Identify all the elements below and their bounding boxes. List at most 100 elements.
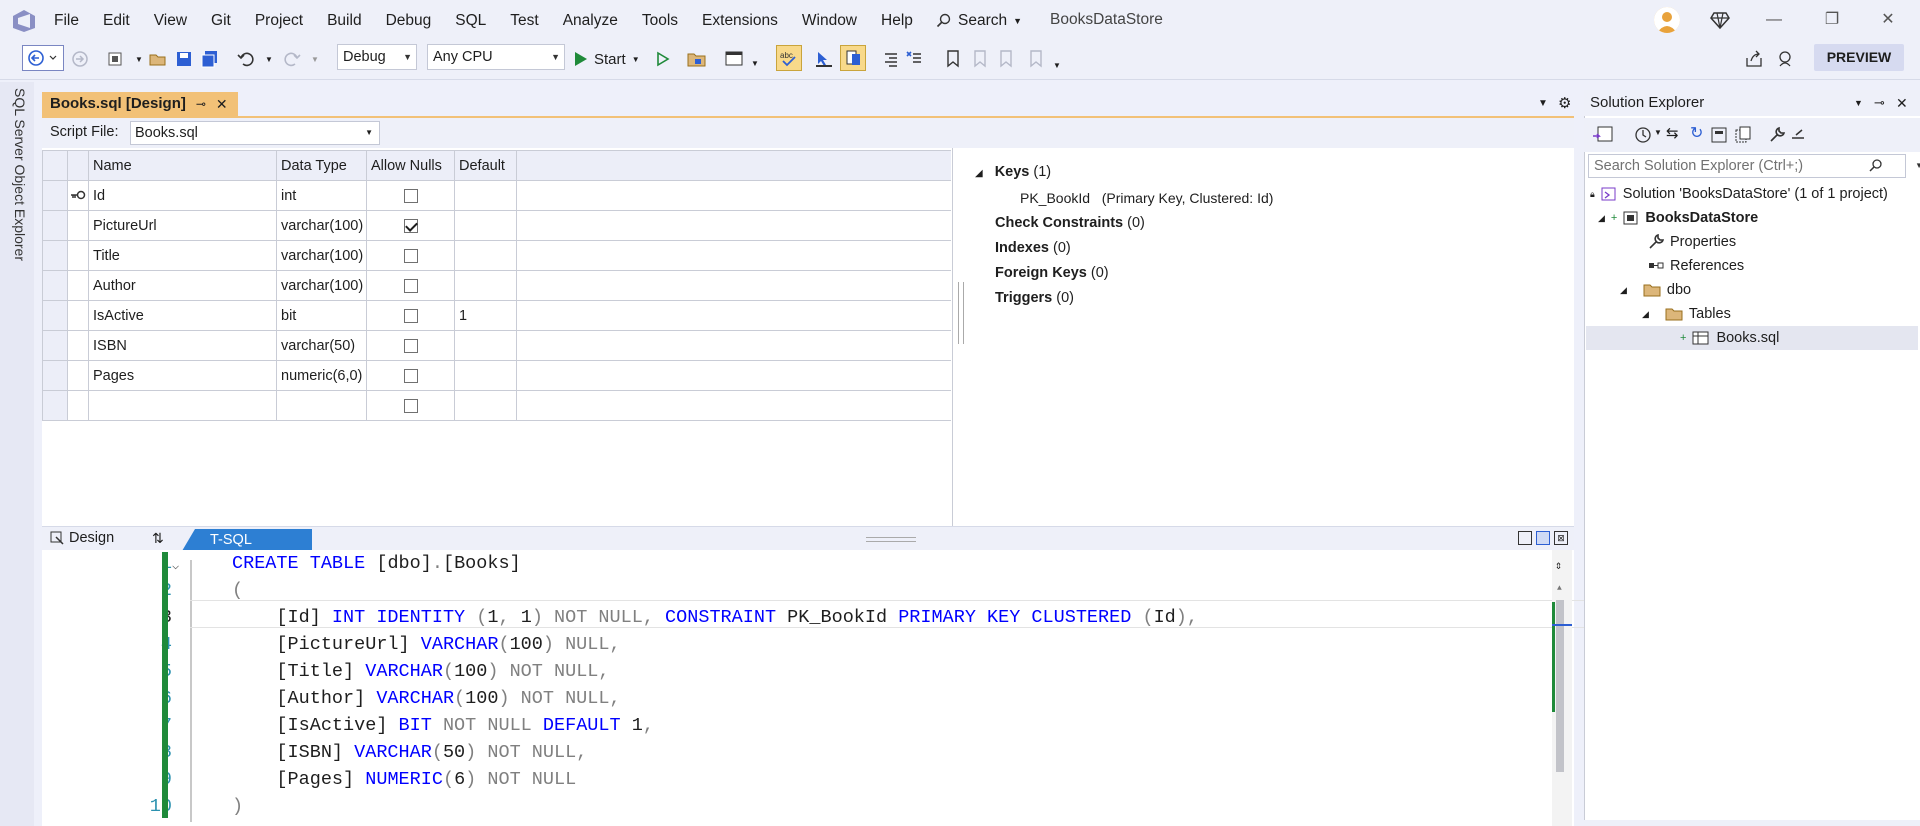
cell-name[interactable]: Id <box>88 180 277 211</box>
copilot-gem-icon[interactable] <box>1710 10 1730 30</box>
collapse-pane-icon[interactable]: ⊠ <box>1554 531 1568 545</box>
cell-default[interactable] <box>454 180 517 211</box>
menu-edit[interactable]: Edit <box>91 10 142 32</box>
menu-extensions[interactable]: Extensions <box>690 10 790 32</box>
menu-build[interactable]: Build <box>315 10 373 32</box>
menu-tools[interactable]: Tools <box>630 10 690 32</box>
menu-analyze[interactable]: Analyze <box>551 10 630 32</box>
table-row[interactable]: Pages numeric(6,0) <box>42 360 951 391</box>
solution-platform-select[interactable]: Any CPU ▼ <box>427 44 565 70</box>
cell-allownulls[interactable] <box>366 360 455 391</box>
column-header-datatype[interactable]: Data Type <box>276 150 367 181</box>
cell-datatype[interactable]: varchar(100) <box>276 210 367 241</box>
row-selector[interactable] <box>42 360 68 391</box>
allow-nulls-checkbox[interactable] <box>403 278 418 293</box>
navigate-forward-button[interactable] <box>70 48 90 70</box>
swap-panes-icon[interactable]: ⇅ <box>152 530 164 547</box>
redo-dropdown-button[interactable]: ▼ <box>310 48 320 70</box>
save-all-button[interactable] <box>200 48 220 70</box>
tree-solution[interactable]: 🔒︎ Solution 'BooksDataStore' (1 of 1 pro… <box>1590 182 1888 206</box>
collapse-triangle-icon[interactable]: ◢ <box>975 168 983 179</box>
table-row[interactable]: PictureUrl varchar(100) <box>42 210 951 241</box>
refresh-icon[interactable]: ↻ <box>1690 123 1703 143</box>
search-button[interactable]: Search ▼ <box>930 8 1028 34</box>
undo-button[interactable] <box>236 48 256 70</box>
split-editor-icon[interactable]: ⇕ <box>1555 558 1562 573</box>
tab-list-dropdown-icon[interactable]: ▼ <box>1538 98 1548 109</box>
editor-vertical-scrollbar[interactable]: ⇕ ▲ <box>1552 550 1572 826</box>
cell-allownulls[interactable] <box>366 180 455 211</box>
row-selector[interactable] <box>42 210 68 241</box>
row-selector[interactable] <box>42 330 68 361</box>
expanded-triangle-icon[interactable]: ◢ <box>1642 302 1649 326</box>
check-constraints-heading[interactable]: Check Constraints <box>995 215 1123 231</box>
cell-name[interactable]: Author <box>88 270 277 301</box>
allow-nulls-checkbox[interactable] <box>403 188 418 203</box>
allow-nulls-checkbox[interactable] <box>403 398 418 413</box>
close-window-button[interactable]: ✕ <box>1878 10 1898 30</box>
sql-server-object-explorer-tab[interactable]: SQL Server Object Explorer <box>12 88 28 261</box>
solution-configuration-select[interactable]: Debug ▼ <box>337 44 417 70</box>
cell-default[interactable] <box>454 240 517 271</box>
table-row[interactable]: IsActive bit 1 <box>42 300 951 331</box>
split-vertical-icon[interactable] <box>1518 531 1532 545</box>
cell-datatype[interactable]: bit <box>276 300 367 331</box>
gear-icon[interactable]: ⚙ <box>1558 94 1571 112</box>
close-panel-icon[interactable]: ✕ <box>1896 90 1908 116</box>
toggle-view-button[interactable] <box>840 45 866 71</box>
preview-selected-items-icon[interactable] <box>1790 126 1808 144</box>
tree-properties[interactable]: Properties <box>1648 230 1736 254</box>
column-header-default[interactable]: Default <box>454 150 517 181</box>
window-position-dropdown-icon[interactable]: ▼ <box>1854 90 1863 116</box>
row-selector[interactable] <box>42 270 68 301</box>
cell-name[interactable]: ISBN <box>88 330 277 361</box>
bookmark-button[interactable] <box>944 48 962 70</box>
layout-button[interactable] <box>724 48 746 70</box>
scroll-up-arrow-icon[interactable]: ▲ <box>1557 584 1562 593</box>
cell-name[interactable]: Pages <box>88 360 277 391</box>
menu-file[interactable]: File <box>42 10 91 32</box>
row-selector[interactable] <box>42 180 68 211</box>
start-without-debugging-button[interactable] <box>654 48 672 70</box>
pin-icon[interactable]: ⊸ <box>196 92 206 116</box>
keys-heading[interactable]: Keys <box>995 164 1030 180</box>
restore-button[interactable]: ❐ <box>1822 10 1842 30</box>
spell-check-button[interactable]: abc <box>776 45 802 71</box>
search-options-dropdown-icon[interactable]: ▼ <box>1915 155 1920 177</box>
collapse-region-icon[interactable]: ⌵ <box>172 558 179 573</box>
feedback-button[interactable] <box>1776 48 1796 70</box>
menu-view[interactable]: View <box>142 10 199 32</box>
tree-dbo-folder[interactable]: ◢ dbo <box>1620 278 1691 302</box>
menu-help[interactable]: Help <box>869 10 925 32</box>
layout-dropdown-button[interactable]: ▼ <box>750 52 760 74</box>
menu-test[interactable]: Test <box>498 10 550 32</box>
open-file-button[interactable] <box>148 48 168 70</box>
table-row[interactable]: Author varchar(100) <box>42 270 951 301</box>
cell-name[interactable]: Title <box>88 240 277 271</box>
column-header-allownulls[interactable]: Allow Nulls <box>366 150 455 181</box>
save-button[interactable] <box>174 48 194 70</box>
cell-datatype[interactable]: varchar(100) <box>276 240 367 271</box>
toolbar-overflow-button[interactable]: ▼ <box>1052 54 1062 76</box>
triggers-heading[interactable]: Triggers <box>995 290 1052 306</box>
tree-books-sql-file[interactable]: + Books.sql <box>1680 326 1779 350</box>
allow-nulls-checkbox[interactable] <box>403 368 418 383</box>
cell-name[interactable] <box>88 390 277 421</box>
cell-default[interactable] <box>454 330 517 361</box>
allow-nulls-checkbox[interactable] <box>403 218 418 233</box>
cell-allownulls[interactable] <box>366 330 455 361</box>
cell-default[interactable]: 1 <box>454 300 517 331</box>
split-horizontal-icon[interactable] <box>1536 531 1550 545</box>
share-button[interactable] <box>1744 48 1764 70</box>
cell-default[interactable] <box>454 210 517 241</box>
tree-tables-folder[interactable]: ◢ Tables <box>1642 302 1731 326</box>
select-element-button[interactable] <box>814 48 834 70</box>
table-row[interactable] <box>42 390 951 421</box>
primary-key-name[interactable]: PK_BookId <box>1020 190 1090 206</box>
new-dropdown-button[interactable]: ▼ <box>134 48 144 70</box>
cell-datatype[interactable]: varchar(50) <box>276 330 367 361</box>
cell-name[interactable]: PictureUrl <box>88 210 277 241</box>
horizontal-splitter-grip[interactable] <box>866 537 916 542</box>
collapse-all-icon[interactable] <box>1710 126 1728 144</box>
allow-nulls-checkbox[interactable] <box>403 248 418 263</box>
